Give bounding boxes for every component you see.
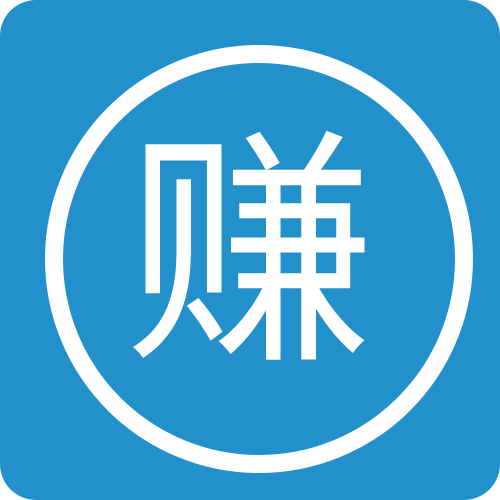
earn-character-glyph: 赚: [125, 108, 375, 399]
app-icon[interactable]: 赚: [0, 0, 500, 500]
